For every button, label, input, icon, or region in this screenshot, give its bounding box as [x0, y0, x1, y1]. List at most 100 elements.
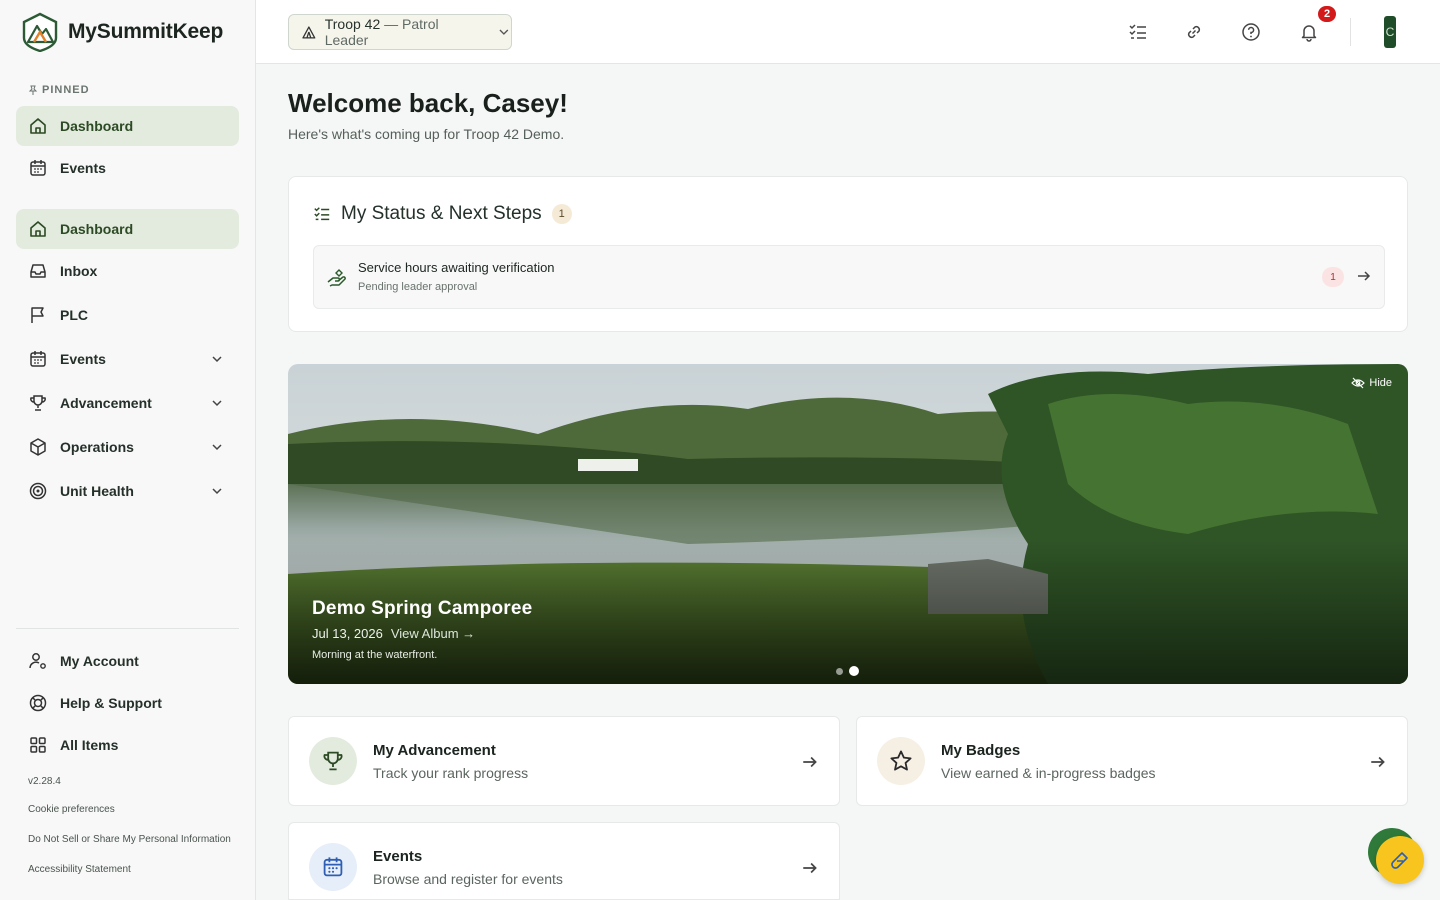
- sidebar-divider: [16, 628, 239, 629]
- notification-count-badge: 2: [1316, 4, 1338, 24]
- star-icon: [877, 737, 925, 785]
- sidebar-item-events[interactable]: Events: [16, 339, 239, 379]
- status-header: My Status & Next Steps 1: [313, 203, 572, 225]
- hand-heart-icon: [327, 269, 346, 287]
- page-title: Welcome back, Casey!: [288, 88, 568, 118]
- cookie-preferences-link[interactable]: Cookie preferences: [28, 804, 115, 815]
- chevron-down-icon[interactable]: [209, 395, 225, 411]
- carousel-dots: [836, 666, 859, 676]
- pinned-item-dashboard[interactable]: Dashboard: [16, 106, 239, 146]
- tent-icon: [302, 26, 316, 39]
- chevron-down-icon[interactable]: [209, 483, 225, 499]
- test-tube-icon: [1391, 852, 1408, 869]
- lifebuoy-icon: [28, 693, 48, 713]
- nav-label: Unit Health: [60, 483, 134, 499]
- topbar-separator: [1350, 18, 1351, 46]
- accessibility-statement-link[interactable]: Accessibility Statement: [28, 864, 131, 875]
- nav-label: Events: [60, 351, 106, 367]
- box-icon: [28, 437, 48, 457]
- nav-label: Dashboard: [60, 118, 134, 134]
- sidebar-item-help-support[interactable]: Help & Support: [16, 683, 239, 723]
- card-title: My Badges: [941, 742, 1021, 759]
- card-subtitle: Browse and register for events: [373, 871, 563, 887]
- events-card[interactable]: Events Browse and register for events: [288, 822, 840, 900]
- sidebar-item-operations[interactable]: Operations: [16, 427, 239, 467]
- status-count-badge: 1: [551, 204, 572, 224]
- sidebar-item-all-items[interactable]: All Items: [16, 725, 239, 765]
- sidebar-item-plc[interactable]: PLC: [16, 295, 239, 335]
- hide-carousel-button[interactable]: Hide: [1351, 376, 1392, 390]
- status-row-title: Service hours awaiting verification: [358, 260, 555, 275]
- inbox-icon: [28, 261, 48, 281]
- card-subtitle: View earned & in-progress badges: [941, 765, 1156, 781]
- home-icon: [28, 116, 48, 136]
- nav-label: Help & Support: [60, 695, 162, 711]
- nav-label: Operations: [60, 439, 134, 455]
- page-subtitle: Here's what's coming up for Troop 42 Dem…: [288, 126, 565, 142]
- home-icon: [28, 219, 48, 239]
- card-subtitle: Track your rank progress: [373, 765, 529, 781]
- nav-label: Inbox: [60, 263, 98, 279]
- sidebar: MySummitKeep PINNED Dashboard Events Das…: [0, 0, 256, 900]
- carousel-caption: Morning at the waterfront.: [312, 649, 438, 661]
- status-row-count-badge: 1: [1322, 267, 1344, 287]
- link-icon[interactable]: [1182, 20, 1206, 44]
- calendar-icon: [28, 349, 48, 369]
- bell-icon[interactable]: [1297, 20, 1321, 44]
- troop-name: Troop 42: [324, 16, 381, 32]
- carousel-meta: Jul 13, 2026 View Album →: [312, 626, 475, 641]
- brand-name: MySummitKeep: [68, 20, 224, 43]
- target-icon: [28, 481, 48, 501]
- status-card: My Status & Next Steps 1 Service hours a…: [288, 176, 1408, 332]
- trophy-icon: [28, 393, 48, 413]
- arrow-right-icon: [1358, 271, 1371, 281]
- checklist-icon[interactable]: [1126, 20, 1150, 44]
- status-title: My Status & Next Steps: [341, 203, 542, 224]
- grid-icon: [28, 735, 48, 755]
- card-title: Events: [373, 848, 423, 865]
- arrow-right-icon: [803, 756, 817, 768]
- mountain-logo-icon: [22, 12, 58, 52]
- test-tube-fab-button[interactable]: [1376, 836, 1424, 884]
- nav-label: Dashboard: [60, 221, 134, 237]
- app-version: v2.28.4: [28, 776, 61, 787]
- arrow-right-icon: [1371, 756, 1385, 768]
- nav-label: Events: [60, 160, 106, 176]
- do-not-sell-link[interactable]: Do Not Sell or Share My Personal Informa…: [28, 834, 231, 845]
- help-icon[interactable]: [1239, 20, 1263, 44]
- eye-off-icon: [1351, 377, 1366, 389]
- my-advancement-card[interactable]: My Advancement Track your rank progress: [288, 716, 840, 806]
- status-row-subtitle: Pending leader approval: [358, 281, 478, 293]
- sidebar-item-my-account[interactable]: My Account: [16, 641, 239, 681]
- sidebar-item-dashboard[interactable]: Dashboard: [16, 209, 239, 249]
- nav-label: Advancement: [60, 395, 152, 411]
- trophy-icon: [309, 737, 357, 785]
- troop-selector[interactable]: Troop 42 — Patrol Leader: [288, 14, 512, 50]
- my-badges-card[interactable]: My Badges View earned & in-progress badg…: [856, 716, 1408, 806]
- card-title: My Advancement: [373, 742, 496, 759]
- user-gear-icon: [28, 651, 48, 671]
- arrow-right-icon: [803, 862, 817, 874]
- pinned-section-label: PINNED: [28, 84, 90, 96]
- calendar-icon: [309, 843, 357, 891]
- sidebar-item-unit-health[interactable]: Unit Health: [16, 471, 239, 511]
- nav-label: My Account: [60, 653, 139, 669]
- nav-label: All Items: [60, 737, 119, 753]
- carousel-dot[interactable]: [836, 667, 843, 675]
- chevron-down-icon[interactable]: [209, 351, 225, 367]
- pinned-item-events[interactable]: Events: [16, 148, 239, 188]
- sidebar-item-advancement[interactable]: Advancement: [16, 383, 239, 423]
- chevron-down-icon[interactable]: [209, 439, 225, 455]
- view-album-link[interactable]: View Album →: [391, 626, 475, 641]
- status-row-service-hours[interactable]: Service hours awaiting verification Pend…: [313, 245, 1385, 309]
- calendar-icon: [28, 158, 48, 178]
- nav-label: PLC: [60, 307, 88, 323]
- photo-carousel[interactable]: Hide Demo Spring Camporee Jul 13, 2026 V…: [288, 364, 1408, 684]
- carousel-dot-active[interactable]: [849, 666, 859, 676]
- brand[interactable]: MySummitKeep: [22, 12, 223, 52]
- flag-icon: [28, 305, 48, 325]
- sidebar-item-inbox[interactable]: Inbox: [16, 251, 239, 291]
- checklist-icon: [314, 207, 330, 221]
- chevron-down-icon: [499, 29, 509, 35]
- avatar[interactable]: C: [1384, 16, 1396, 48]
